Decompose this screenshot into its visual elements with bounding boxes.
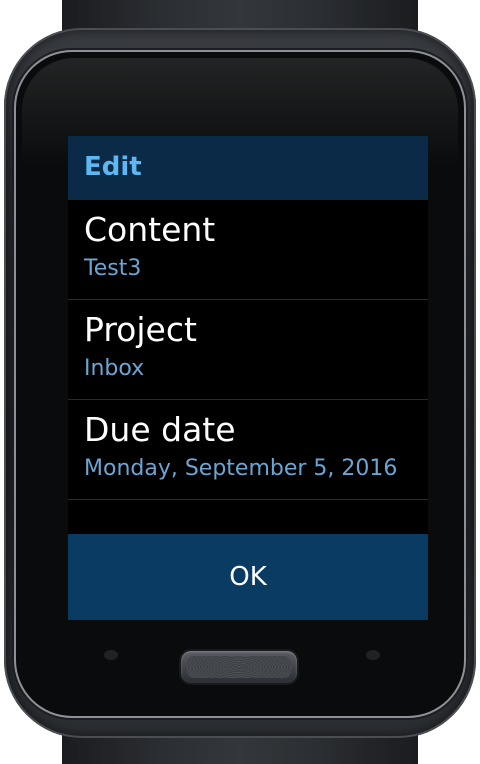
ok-button[interactable]: OK bbox=[68, 534, 428, 620]
sensor-dot bbox=[104, 650, 118, 660]
edit-header: Edit bbox=[68, 136, 428, 200]
list-item-due-date[interactable]: Due date Monday, September 5, 2016 bbox=[68, 400, 428, 500]
watch-screen: Edit Content Test3 Project Inbox Due dat… bbox=[68, 136, 428, 620]
home-button-texture bbox=[187, 656, 291, 678]
item-value: Test3 bbox=[84, 256, 142, 281]
sensor-dot bbox=[366, 650, 380, 660]
item-label: Project bbox=[84, 310, 197, 349]
watch-device: Edit Content Test3 Project Inbox Due dat… bbox=[0, 0, 480, 764]
item-value: Monday, September 5, 2016 bbox=[84, 456, 398, 481]
item-label: Due date bbox=[84, 410, 236, 449]
item-value: Inbox bbox=[84, 356, 145, 381]
ok-button-label: OK bbox=[229, 562, 267, 592]
home-button[interactable] bbox=[181, 651, 297, 683]
page-title: Edit bbox=[84, 152, 142, 182]
item-label: Content bbox=[84, 210, 216, 249]
list-item-content[interactable]: Content Test3 bbox=[68, 200, 428, 300]
list-item-project[interactable]: Project Inbox bbox=[68, 300, 428, 400]
